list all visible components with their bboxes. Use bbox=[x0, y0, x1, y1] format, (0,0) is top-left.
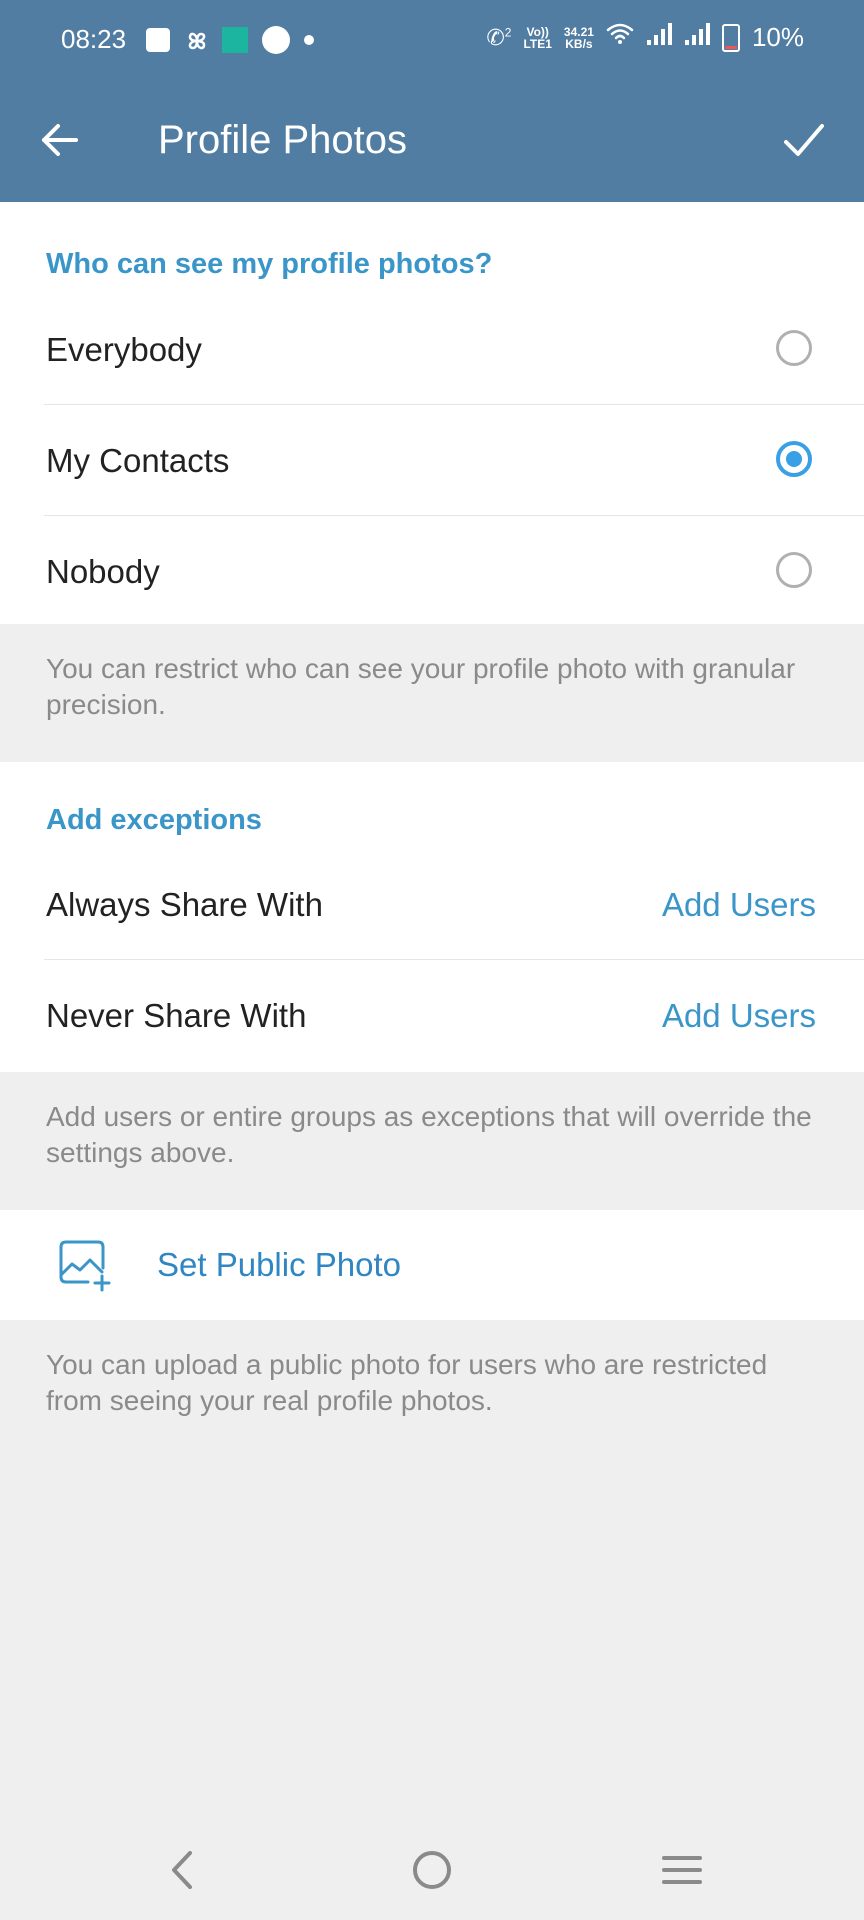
timer-app-notification-icon bbox=[262, 26, 290, 54]
option-label: Nobody bbox=[46, 553, 160, 590]
row-label: Never Share With bbox=[46, 997, 307, 1034]
exceptions-info: Add users or entire groups as exceptions… bbox=[46, 1101, 812, 1168]
add-photo-icon bbox=[58, 1238, 112, 1292]
nav-home-button[interactable] bbox=[402, 1845, 462, 1895]
radio-nobody[interactable] bbox=[776, 552, 812, 588]
add-users-never-button[interactable]: Add Users bbox=[662, 997, 816, 1035]
option-label: My Contacts bbox=[46, 442, 230, 479]
set-public-photo-button[interactable]: Set Public Photo bbox=[0, 1210, 864, 1320]
radio-my-contacts[interactable] bbox=[776, 441, 812, 477]
checkmark-icon bbox=[784, 124, 824, 156]
nav-menu-icon bbox=[662, 1856, 702, 1884]
nav-back-icon bbox=[172, 1851, 192, 1889]
battery-icon bbox=[721, 23, 740, 52]
network-speed: 34.21 KB/s bbox=[563, 24, 594, 51]
option-my-contacts[interactable]: My Contacts bbox=[0, 406, 864, 516]
save-button[interactable] bbox=[780, 116, 828, 164]
nav-recents-button[interactable] bbox=[652, 1845, 712, 1895]
camera-app-notification-icon bbox=[222, 27, 248, 53]
visibility-info: You can restrict who can see your profil… bbox=[46, 653, 796, 720]
status-time: 08:23 bbox=[61, 24, 127, 54]
visibility-section: Who can see my profile photos? Everybody… bbox=[0, 202, 864, 624]
exceptions-section: Add exceptions Always Share With Add Use… bbox=[0, 762, 864, 1072]
volte-indicator: Vo)) LTE1 bbox=[523, 24, 552, 51]
document-notification-icon bbox=[146, 28, 170, 52]
never-share-with-row[interactable]: Never Share With Add Users bbox=[0, 961, 864, 1071]
signal-sim1-icon bbox=[646, 22, 672, 53]
set-public-photo-label: Set Public Photo bbox=[157, 1246, 401, 1283]
wifi-calling-icon: ✆2 bbox=[486, 24, 512, 50]
arrow-left-icon bbox=[42, 124, 78, 156]
row-label: Always Share With bbox=[46, 886, 323, 923]
nav-back-button[interactable] bbox=[152, 1845, 212, 1895]
public-photo-info: You can upload a public photo for users … bbox=[46, 1349, 768, 1416]
exceptions-header: Add exceptions bbox=[46, 804, 262, 836]
option-nobody[interactable]: Nobody bbox=[0, 517, 864, 627]
system-navigation-bar bbox=[0, 1820, 864, 1920]
back-button[interactable] bbox=[38, 118, 86, 162]
signal-sim2-icon bbox=[684, 22, 710, 53]
option-label: Everybody bbox=[46, 331, 202, 368]
page-title: Profile Photos bbox=[158, 118, 408, 162]
more-notifications-dot-icon bbox=[304, 35, 314, 45]
nav-home-icon bbox=[413, 1851, 451, 1889]
status-bar: 08:23 ✆2 Vo)) LTE1 34.21 KB/s 10% bbox=[0, 0, 864, 80]
wifi-icon bbox=[606, 22, 634, 53]
system-status-icons: ✆2 Vo)) LTE1 34.21 KB/s 10% bbox=[486, 22, 804, 53]
visibility-header: Who can see my profile photos? bbox=[46, 248, 493, 280]
always-share-with-row[interactable]: Always Share With Add Users bbox=[0, 850, 864, 960]
battery-percent: 10% bbox=[751, 22, 804, 52]
pinwheel-notification-icon bbox=[184, 28, 208, 52]
radio-everybody[interactable] bbox=[776, 330, 812, 366]
notification-icons bbox=[146, 26, 314, 54]
divider bbox=[44, 515, 864, 516]
option-everybody[interactable]: Everybody bbox=[0, 295, 864, 405]
divider bbox=[44, 404, 864, 405]
add-users-always-button[interactable]: Add Users bbox=[662, 886, 816, 924]
divider bbox=[44, 959, 864, 960]
app-toolbar: Profile Photos bbox=[0, 80, 864, 202]
